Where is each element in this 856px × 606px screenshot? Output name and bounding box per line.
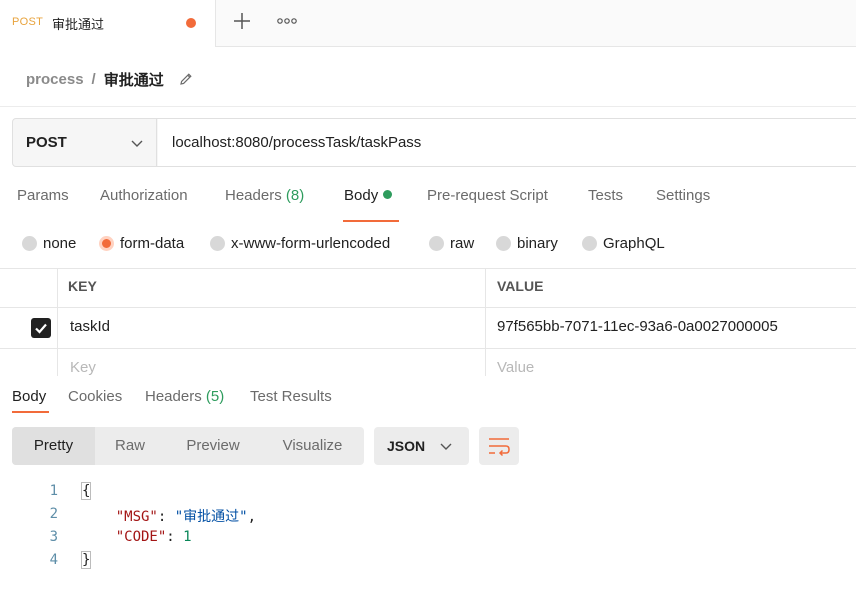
radio-circle [429,235,444,251]
body-indicator-dot [383,190,393,199]
radio-none[interactable]: none [22,233,76,253]
new-tab-button[interactable] [229,7,255,35]
pencil-icon[interactable] [178,71,194,87]
url-input[interactable]: localhost:8080/processTask/taskPass [158,119,856,166]
table-header-key: KEY [68,278,97,294]
plus-icon [234,13,250,29]
table-header-value: VALUE [497,278,544,294]
radio-binary[interactable]: binary [496,233,558,253]
breadcrumb-collection[interactable]: process [26,71,84,88]
response-tab-test-results[interactable]: Test Results [250,388,332,405]
method-label: POST [26,134,67,151]
radio-circle [210,235,225,251]
tab-body[interactable]: Body [344,187,393,204]
response-tab-headers[interactable]: Headers (5) [145,388,224,405]
active-tab-underline [343,220,399,222]
json-string-value: "审批通过" [174,509,248,525]
view-preview-button[interactable]: Preview [165,427,261,465]
request-tab-name: 审批通过 [52,17,105,32]
view-mode-segment: Pretty Raw Preview Visualize [12,427,364,465]
radio-circle [496,235,511,251]
tab-params[interactable]: Params [17,187,69,204]
view-raw-button[interactable]: Raw [95,427,165,465]
new-value-input[interactable]: Value [497,359,534,376]
radio-label: binary [517,234,558,252]
tab-headers-count: (8) [285,187,305,204]
tab-body-label: Body [344,187,379,204]
table-border [0,348,856,349]
code-line: "MSG": "审批通过", [115,509,257,525]
line-number: 2 [49,506,58,522]
tab-tests[interactable]: Tests [588,187,623,204]
chevron-down-icon [440,443,452,450]
radio-x-www-form-urlencoded[interactable]: x-www-form-urlencoded [210,233,390,253]
table-border [57,268,58,376]
line-number: 1 [49,483,58,499]
view-pretty-button[interactable]: Pretty [12,427,95,465]
active-tab-underline [12,411,49,413]
format-select[interactable]: JSON [374,427,469,465]
tab-authorization[interactable]: Authorization [100,187,188,204]
radio-raw[interactable]: raw [429,233,474,253]
table-border [485,268,486,376]
format-label: JSON [387,438,426,454]
response-tab-cookies[interactable]: Cookies [68,388,122,405]
close-brace: } [80,551,92,569]
response-tab-body[interactable]: Body [12,388,46,405]
request-tab[interactable]: POST 审批通过 [0,0,216,47]
more-tabs-button[interactable] [274,10,300,32]
view-visualize-button[interactable]: Visualize [261,427,364,465]
tab-pre-request-script[interactable]: Pre-request Script [427,187,548,204]
tab-bar: POST 审批通过 [0,0,856,47]
unsaved-changes-dot [186,18,196,28]
url-bar: POST localhost:8080/processTask/taskPass [12,118,856,167]
breadcrumb: process / 审批通过 [26,68,194,90]
radio-label: form-data [120,234,185,252]
response-tab-headers-count: (5) [205,388,225,405]
chevron-down-icon [131,140,143,147]
code-line: "CODE": 1 [115,529,192,545]
radio-label: raw [450,234,475,252]
param-key-cell[interactable]: taskId [70,318,110,335]
response-tab-headers-label: Headers [145,388,202,405]
radio-label: none [43,234,77,252]
radio-form-data[interactable]: form-data [99,233,184,253]
json-number-value: 1 [183,529,192,545]
more-icon [277,18,297,24]
line-number: 3 [49,529,58,545]
open-brace: { [80,482,92,500]
table-border [0,307,856,308]
tab-headers-label: Headers [225,187,282,204]
request-tab-method: POST [12,16,44,28]
code-line: } [80,551,92,569]
radio-label: x-www-form-urlencoded [231,234,391,252]
method-select[interactable]: POST [13,119,157,166]
divider [0,106,856,107]
json-key: "MSG" [115,509,158,525]
wrap-lines-icon [489,438,510,457]
new-key-input[interactable]: Key [70,359,96,376]
breadcrumb-request-name[interactable]: 审批通过 [104,69,164,90]
tab-settings[interactable]: Settings [656,187,710,204]
wrap-lines-button[interactable] [479,427,519,465]
radio-graphql[interactable]: GraphQL [582,233,665,253]
radio-label: GraphQL [603,234,665,252]
breadcrumb-separator: / [91,70,96,88]
checkbox-checked-icon[interactable] [31,318,51,338]
code-line: { [80,482,92,500]
table-border [0,268,856,269]
tab-headers[interactable]: Headers (8) [225,187,304,204]
line-number: 4 [49,552,58,568]
radio-circle [582,235,597,251]
radio-circle [22,235,37,251]
json-key: "CODE" [115,529,167,545]
radio-circle-selected [99,235,114,251]
param-value-cell[interactable]: 97f565bb-7071-11ec-93a6-0a0027000005 [497,318,778,335]
